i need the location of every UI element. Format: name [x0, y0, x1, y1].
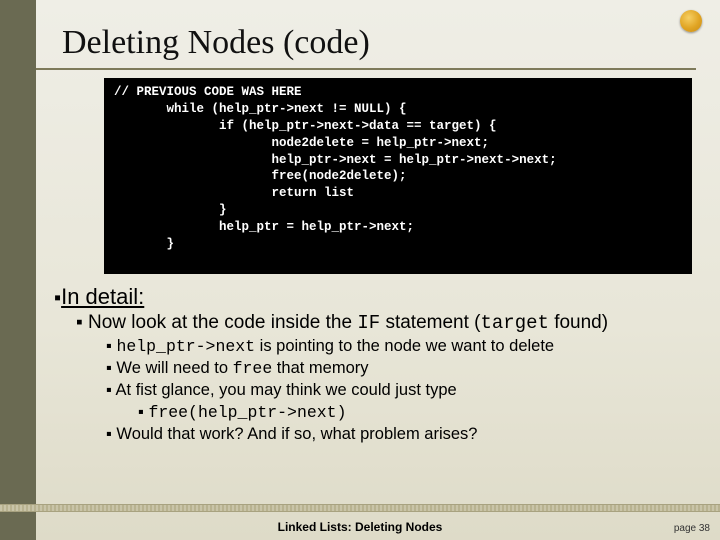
slide: Deleting Nodes (code) // PREVIOUS CODE W… — [0, 0, 720, 540]
code-line: free(node2delete); — [114, 168, 682, 185]
logo-icon — [680, 10, 702, 32]
detail-heading-row: ▪In detail: — [54, 284, 702, 310]
text: ▪ Now look at the code inside the — [76, 312, 357, 333]
code-line: node2delete = help_ptr->next; — [114, 135, 682, 152]
left-accent-bar — [0, 0, 36, 540]
code-line: return list — [114, 185, 682, 202]
text: statement ( — [380, 312, 480, 333]
inline-code: free(help_ptr->next) — [148, 403, 346, 422]
text: ▪ We will need to — [106, 359, 233, 377]
slide-title: Deleting Nodes (code) — [62, 24, 370, 62]
code-block: // PREVIOUS CODE WAS HERE while (help_pt… — [104, 78, 692, 274]
detail-line-2c: ▪ At fist glance, you may think we could… — [106, 381, 702, 400]
footer-title: Linked Lists: Deleting Nodes — [0, 520, 720, 534]
detail-line-2b: ▪ We will need to free that memory — [106, 359, 702, 378]
code-line: if (help_ptr->next->data == target) { — [114, 118, 682, 135]
code-line: help_ptr = help_ptr->next; — [114, 219, 682, 236]
inline-code: target — [481, 312, 549, 334]
inline-code: free — [233, 359, 273, 378]
inline-code: IF — [357, 312, 380, 334]
bullet-icon: ▪ — [106, 337, 116, 355]
code-line: // PREVIOUS CODE WAS HERE — [114, 84, 682, 101]
detail-section: ▪In detail: ▪ Now look at the code insid… — [54, 284, 702, 444]
inline-code: help_ptr->next — [116, 337, 255, 356]
text: is pointing to the node we want to delet… — [255, 337, 554, 355]
footer-divider — [0, 504, 720, 512]
detail-line-1: ▪ Now look at the code inside the IF sta… — [76, 312, 702, 334]
title-divider — [36, 68, 696, 70]
detail-line-2a: ▪ help_ptr->next is pointing to the node… — [106, 337, 702, 356]
detail-heading: In detail: — [61, 284, 144, 310]
text: that memory — [272, 359, 368, 377]
footer-page-number: page 38 — [674, 523, 710, 534]
bullet-icon: ▪ — [138, 403, 148, 421]
code-line: } — [114, 202, 682, 219]
code-line: } — [114, 236, 682, 253]
bullet-icon: ▪ — [54, 287, 61, 309]
code-line: while (help_ptr->next != NULL) { — [114, 101, 682, 118]
detail-line-3: ▪ free(help_ptr->next) — [138, 403, 702, 422]
code-line: help_ptr->next = help_ptr->next->next; — [114, 152, 682, 169]
text: found) — [549, 312, 608, 333]
detail-line-2d: ▪ Would that work? And if so, what probl… — [106, 425, 702, 444]
